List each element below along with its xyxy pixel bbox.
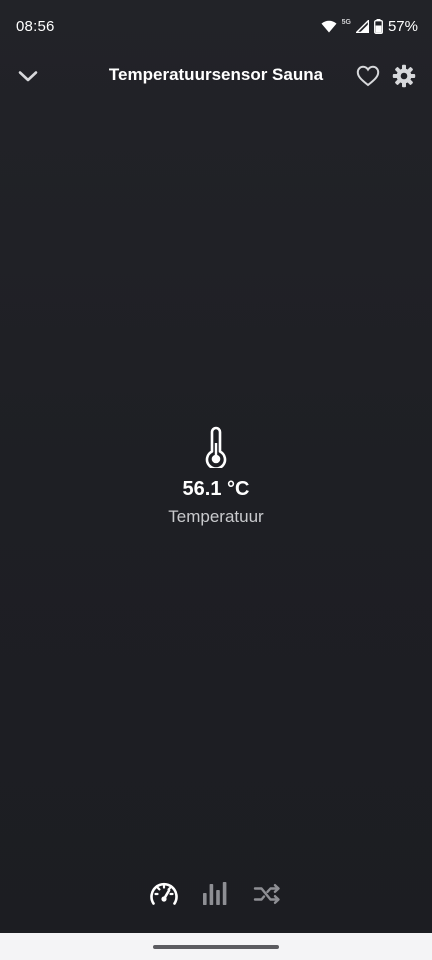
system-nav-bar (0, 933, 432, 960)
favorite-button[interactable] (352, 60, 384, 92)
app-bar: Temperatuursensor Sauna (0, 52, 432, 100)
settings-button[interactable] (388, 60, 420, 92)
tab-automations[interactable] (252, 878, 284, 910)
network-badge: 5G (341, 18, 351, 26)
battery-percent: 57% (387, 17, 418, 35)
wifi-icon (321, 20, 337, 33)
bar-chart-icon (203, 882, 227, 905)
shuffle-icon (253, 884, 280, 904)
tab-history[interactable] (200, 878, 232, 910)
status-bar: 08:56 5G 57% (0, 0, 432, 52)
bottom-tabs (0, 876, 432, 912)
speedometer-icon (150, 882, 178, 905)
gear-icon (392, 64, 416, 88)
tab-dashboard[interactable] (148, 878, 180, 910)
battery-icon (374, 18, 383, 34)
cell-signal-icon (355, 19, 369, 33)
thermometer-icon (202, 426, 230, 468)
status-icons: 5G 57% (321, 18, 418, 35)
status-time: 08:56 (16, 17, 55, 35)
screen: 08:56 5G 57% Temperatuursensor Sauna 56.… (0, 0, 432, 960)
sensor-value: 56.1 °C (182, 478, 250, 500)
sensor-card: 56.1 °C Temperatuur (0, 426, 432, 527)
sensor-label: Temperatuur (168, 507, 264, 526)
heart-outline-icon (356, 65, 380, 87)
home-indicator[interactable] (153, 944, 279, 949)
